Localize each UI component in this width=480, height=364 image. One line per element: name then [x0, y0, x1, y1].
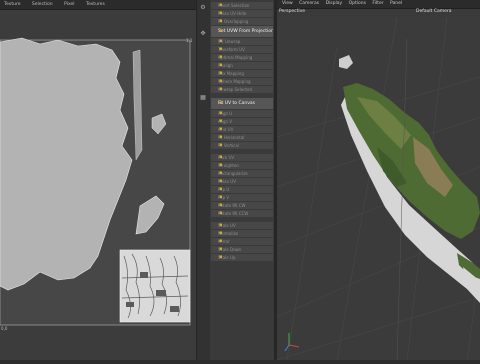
command-label: Invert Selection	[218, 3, 250, 8]
command-item[interactable]: ▪ Align V	[211, 118, 273, 126]
uv-canvas-graphics	[0, 37, 191, 326]
command-icon: ▪	[219, 142, 223, 148]
vp-menu-filter[interactable]: Filter	[372, 1, 383, 6]
command-item[interactable]: ▪ Normalize	[211, 230, 273, 238]
command-label: Fit UV to Canvas	[218, 101, 255, 106]
command-icon: ▪	[219, 86, 223, 92]
command-icon: ▪	[219, 246, 223, 252]
command-icon: ▪	[219, 100, 223, 106]
command-item[interactable]: ▪ Pack UV	[211, 154, 273, 162]
gear-icon[interactable]: ⚙	[199, 4, 207, 12]
command-icon: ▪	[219, 126, 223, 132]
command-icon: ▪	[219, 54, 223, 60]
command-icon: ▪	[219, 254, 223, 260]
command-icon: ▪	[219, 202, 223, 208]
command-item[interactable]: ▪ Scale UV	[211, 222, 273, 230]
vp-menu-view[interactable]: View	[282, 1, 293, 6]
command-icon: ▪	[219, 118, 223, 124]
command-icon: ▪	[219, 70, 223, 76]
3d-viewport[interactable]	[276, 16, 480, 361]
command-icon: ▪	[219, 2, 223, 8]
command-item[interactable]: ▪ Flip U	[211, 186, 273, 194]
command-item[interactable]: ▪ Sphere Mapping	[211, 78, 273, 86]
command-icon: ▪	[219, 78, 223, 84]
command-item[interactable]: ▪ Align U	[211, 110, 273, 118]
command-item[interactable]: ▪ Fit UV to Canvas	[211, 98, 273, 110]
command-item[interactable]: ▪ Fit Horizontal	[211, 134, 273, 142]
command-icon: ▪	[219, 210, 223, 216]
command-item[interactable]: ▪ Unwrap Selected	[211, 86, 273, 94]
command-label: Unwrap Selected	[218, 87, 252, 92]
command-item[interactable]: ▪ Relax UV Hide	[211, 10, 273, 18]
vp-menu-panel[interactable]: Panel	[390, 1, 402, 6]
viewport-menubar: View Cameras Display Options Filter Pane…	[277, 0, 480, 9]
uv-command-list: ▪ Invert Selection ▪ Relax UV Hide ▪ Fit Over…	[210, 0, 275, 360]
command-icon: ▪	[219, 230, 223, 236]
floating-fragment	[339, 55, 353, 69]
uv-editor-panel: Texture Selection Pixel Textures 1,1 0,0	[0, 0, 196, 360]
command-icon: ▪	[219, 46, 223, 52]
vp-menu-options[interactable]: Options	[349, 1, 366, 6]
command-item[interactable]: ▪ Scale Up	[211, 254, 273, 262]
command-icon: ▪	[219, 178, 223, 184]
command-label: Rectangularize	[218, 171, 248, 176]
uv-menu-textures[interactable]: Textures	[86, 2, 105, 7]
vp-menu-display[interactable]: Display	[326, 1, 343, 6]
command-item[interactable]: ▪ Relax UV	[211, 178, 273, 186]
command-item[interactable]: ▪ UV Unwrap	[211, 38, 273, 46]
command-label: Rotate 90 CCW	[218, 211, 249, 216]
tool-palette: ⚙ ✥ ▦	[196, 0, 211, 360]
command-item[interactable]: ▪ Realign	[211, 62, 273, 70]
command-item[interactable]: ▪ Rectangularize	[211, 170, 273, 178]
command-icon: ▪	[219, 154, 223, 160]
command-item[interactable]: ▪ Fit Overlapping	[211, 18, 273, 26]
command-item[interactable]: ▪ Flip V	[211, 194, 273, 202]
vp-menu-cameras[interactable]: Cameras	[299, 1, 319, 6]
command-item[interactable]: ▪ Scale Down	[211, 246, 273, 254]
grid-icon[interactable]: ▦	[199, 94, 207, 102]
uv-canvas[interactable]: 1,1 0,0	[0, 10, 196, 360]
uv-menu-texture[interactable]: Texture	[4, 2, 20, 7]
command-icon: ▪	[219, 222, 223, 228]
command-icon: ▪	[219, 10, 223, 16]
command-item[interactable]: ▪ Fit Vertical	[211, 142, 273, 150]
command-icon: ▪	[219, 110, 223, 116]
command-icon: ▪	[219, 170, 223, 176]
command-item[interactable]: ▪ Rotate 90 CCW	[211, 210, 273, 218]
uv-corner-label-bottom-left: 0,0	[1, 326, 8, 331]
uv-menubar: Texture Selection Pixel Textures	[0, 0, 196, 10]
command-item[interactable]: ▪ Transform UV	[211, 46, 273, 54]
command-icon: ▪	[219, 62, 223, 68]
command-item[interactable]: ▪ Box Mapping	[211, 70, 273, 78]
command-icon: ▪	[219, 162, 223, 168]
axis-gizmo-icon	[284, 333, 300, 352]
command-item[interactable]: ▪ Mirror	[211, 238, 273, 246]
command-item[interactable]: ▪ Invert Selection	[211, 2, 273, 10]
command-item[interactable]: ▪ Set UVW From Projection	[211, 26, 273, 38]
uv-menu-pixel[interactable]: Pixel	[64, 2, 74, 7]
command-label: Optimal Mapping	[218, 55, 253, 60]
command-icon: ▪	[219, 238, 223, 244]
command-item[interactable]: ▪ Straighten	[211, 162, 273, 170]
command-icon: ▪	[219, 194, 223, 200]
command-label: Set UVW From Projection	[218, 29, 273, 34]
viewport-label: Perspective	[279, 9, 306, 14]
command-icon: ▪	[219, 18, 223, 24]
command-label: Fit Overlapping	[218, 19, 249, 24]
command-icon: ▪	[219, 28, 223, 34]
command-item[interactable]: ▪ Rotate 90 CW	[211, 202, 273, 210]
command-icon: ▪	[219, 134, 223, 140]
viewport-camera-label[interactable]: Default Camera	[416, 9, 452, 14]
command-icon: ▪	[219, 38, 223, 44]
move-icon[interactable]: ✥	[199, 30, 207, 38]
command-icon: ▪	[219, 186, 223, 192]
viewport-scene	[276, 16, 480, 361]
uv-corner-label-top-right: 1,1	[186, 38, 193, 43]
command-label: Sphere Mapping	[218, 79, 251, 84]
command-item[interactable]: ▪ Optimal Mapping	[211, 54, 273, 62]
uv-menu-selection[interactable]: Selection	[32, 2, 53, 7]
command-item[interactable]: ▪ Grid UV	[211, 126, 273, 134]
